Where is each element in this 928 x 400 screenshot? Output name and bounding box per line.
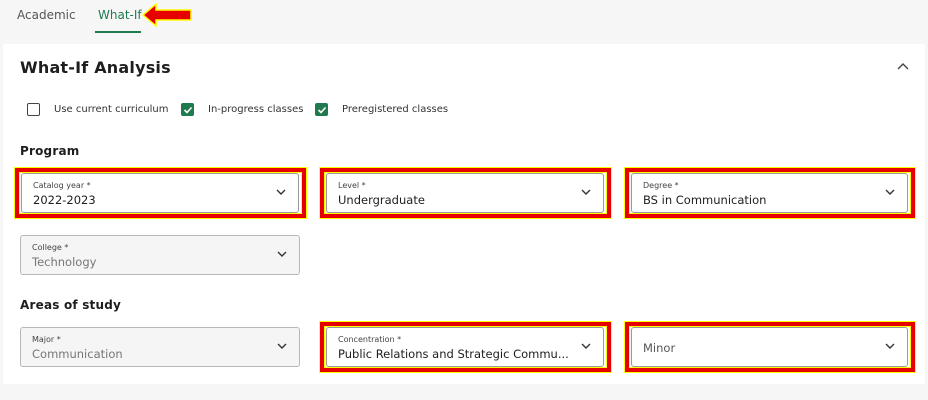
checkbox-label: In-progress classes [208,104,304,115]
tab-academic[interactable]: Academic [17,8,76,31]
field-value: Communication [32,347,123,361]
preregistered-classes-checkbox[interactable]: Preregistered classes [315,103,448,116]
what-if-analysis-panel: What-If Analysis Use current curriculum … [3,44,925,384]
checkmark-icon [315,103,328,116]
panel-title: What-If Analysis [20,58,171,77]
college-dropdown[interactable]: College * Technology [20,235,300,275]
field-value: Technology [32,255,97,269]
highlight-frame [624,167,916,219]
major-dropdown[interactable]: Major * Communication [20,327,300,367]
use-current-curriculum-checkbox[interactable]: Use current curriculum [27,103,168,116]
active-tab-indicator [95,31,141,33]
highlight-frame [14,167,307,219]
highlight-frame [624,321,916,373]
field-label: Major * [32,335,61,344]
program-section-title: Program [20,144,80,158]
highlight-frame [319,167,612,219]
tab-bar: Academic What-If [0,0,928,40]
checkbox-label: Preregistered classes [342,104,449,115]
red-arrow-annotation-icon [141,3,192,27]
highlight-frame [319,321,612,373]
areas-of-study-section-title: Areas of study [20,298,122,312]
in-progress-classes-checkbox[interactable]: In-progress classes [181,103,303,116]
tab-what-if[interactable]: What-If [98,8,142,31]
checkbox-unchecked-icon [27,103,40,116]
checkmark-icon [181,103,194,116]
chevron-down-icon [277,343,287,349]
what-if-page: Academic What-If What-If Analysis Use cu… [0,0,928,400]
checkbox-label: Use current curriculum [54,104,169,115]
chevron-up-icon[interactable] [896,60,910,72]
chevron-down-icon [277,251,287,257]
field-label: College * [32,243,69,252]
